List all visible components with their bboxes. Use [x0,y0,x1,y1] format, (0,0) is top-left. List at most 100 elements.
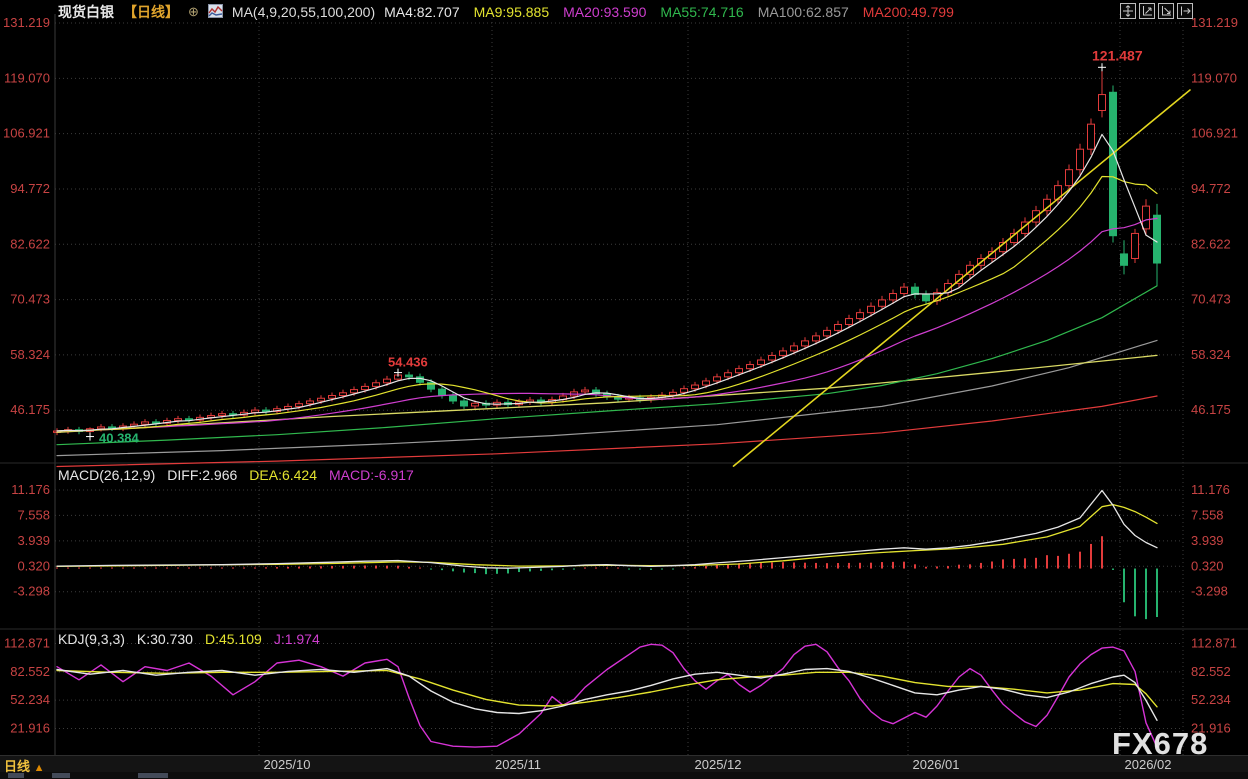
candle-up[interactable] [318,398,325,401]
candle-up[interactable] [681,389,688,393]
expand-icon[interactable]: ⊕ [188,4,199,20]
candle-up[interactable] [725,373,732,377]
macd-tick-right: 7.558 [1191,507,1224,522]
candle-up[interactable] [98,427,105,429]
crosshair-tool-icon[interactable] [1120,3,1136,19]
candle-up[interactable] [747,365,754,369]
candle-down[interactable] [450,396,457,401]
macd-tick-left: 7.558 [17,507,50,522]
ma-legend-item: MA200:49.799 [863,4,954,20]
candle-up[interactable] [1099,95,1106,111]
price-tick-left: 46.175 [10,402,50,417]
candle-up[interactable] [857,313,864,319]
month-axis: 2025/102025/112025/122026/012026/02 [0,755,1248,773]
candle-up[interactable] [219,414,226,416]
chart-type-icon[interactable] [208,4,223,21]
candle-up[interactable] [879,300,886,306]
candle-up[interactable] [582,390,589,392]
candle-down[interactable] [417,377,424,382]
kdj-tick-left: 21.916 [10,720,50,735]
scrollbar[interactable] [0,772,1248,779]
month-label: 2025/11 [495,757,541,772]
candle-down[interactable] [1154,215,1161,263]
candle-up[interactable] [175,419,182,421]
candle-up[interactable] [692,385,699,389]
period-selector[interactable]: 日线 ▲ [4,756,45,775]
candle-down[interactable] [439,389,446,395]
candle-down[interactable] [263,410,270,411]
price-tick-left: 82.622 [10,236,50,251]
macd-tick-left: 0.320 [17,558,50,573]
candle-up[interactable] [384,379,391,383]
macd-tick-left: -3.298 [13,584,50,599]
period-badge[interactable]: 【日线】 [123,2,179,22]
price-tick-right: 131.219 [1191,15,1238,30]
price-tick-right: 119.070 [1191,70,1237,85]
candle-up[interactable] [835,324,842,330]
candle-down[interactable] [406,375,413,377]
scale-left-icon[interactable] [1139,3,1155,19]
ma-legend: MA4:82.707MA9:95.885MA20:93.590MA55:74.7… [384,4,954,20]
candle-down[interactable] [923,294,930,300]
candle-up[interactable] [714,377,721,381]
price-tick-left: 119.070 [4,70,50,85]
candle-up[interactable] [1132,233,1139,258]
candle-up[interactable] [329,396,336,399]
chart-canvas[interactable]: 131.219131.219119.070119.070106.921106.9… [0,0,1248,779]
d-line [57,671,1157,707]
candle-up[interactable] [1088,124,1095,149]
scrollbar-thumb[interactable] [138,773,168,778]
kdj-tick-left: 82.552 [10,664,50,679]
month-label: 2025/12 [695,757,742,772]
macd-header-item: DIFF:2.966 [167,467,237,483]
scale-right-icon[interactable] [1158,3,1174,19]
pan-right-icon[interactable] [1177,3,1193,19]
ma-legend-item: MA9:95.885 [474,4,550,20]
candle-up[interactable] [703,381,710,385]
candle-up[interactable] [846,319,853,325]
macd-tick-left: 3.939 [17,533,50,548]
kdj-tick-right: 82.552 [1191,664,1231,679]
scrollbar-thumb[interactable] [52,773,70,778]
price-tick-right: 46.175 [1191,402,1231,417]
candle-up[interactable] [780,351,787,356]
candle-up[interactable] [670,392,677,395]
candle-up[interactable] [813,336,820,341]
candle-down[interactable] [1121,254,1128,265]
candle-up[interactable] [824,330,831,335]
candle-up[interactable] [362,386,369,389]
candle-up[interactable] [340,393,347,396]
candle-up[interactable] [758,360,765,365]
candle-up[interactable] [868,306,875,312]
j-line [57,644,1157,747]
high-annotation: 121.487 [1092,47,1143,63]
k-line [57,669,1157,721]
candle-up[interactable] [373,383,380,387]
macd-tick-right: -3.298 [1191,584,1228,599]
ma200-line [57,396,1157,467]
candle-up[interactable] [307,401,314,404]
candle-up[interactable] [351,390,358,393]
candle-up[interactable] [142,422,149,424]
kdj-header-item: J:1.974 [274,631,320,647]
candle-up[interactable] [1077,149,1084,169]
candle-up[interactable] [1143,206,1150,229]
candle-up[interactable] [890,294,897,300]
month-label: 2025/10 [264,757,311,772]
candle-up[interactable] [901,287,908,293]
candle-up[interactable] [802,341,809,346]
candle-down[interactable] [1110,92,1117,235]
candle-up[interactable] [296,404,303,407]
kdj-tick-right: 52.234 [1191,692,1231,707]
candle-up[interactable] [791,346,798,351]
toolbar [1120,3,1193,19]
candle-down[interactable] [461,401,468,406]
candle-up[interactable] [252,410,259,412]
candle-up[interactable] [736,369,743,373]
candle-up[interactable] [769,355,776,360]
period-selector-label: 日线 [4,759,30,774]
candle-up[interactable] [472,403,479,406]
watermark: FX678 [1112,726,1208,762]
candle-up[interactable] [1066,170,1073,186]
kdj-tick-left: 52.234 [10,692,50,707]
